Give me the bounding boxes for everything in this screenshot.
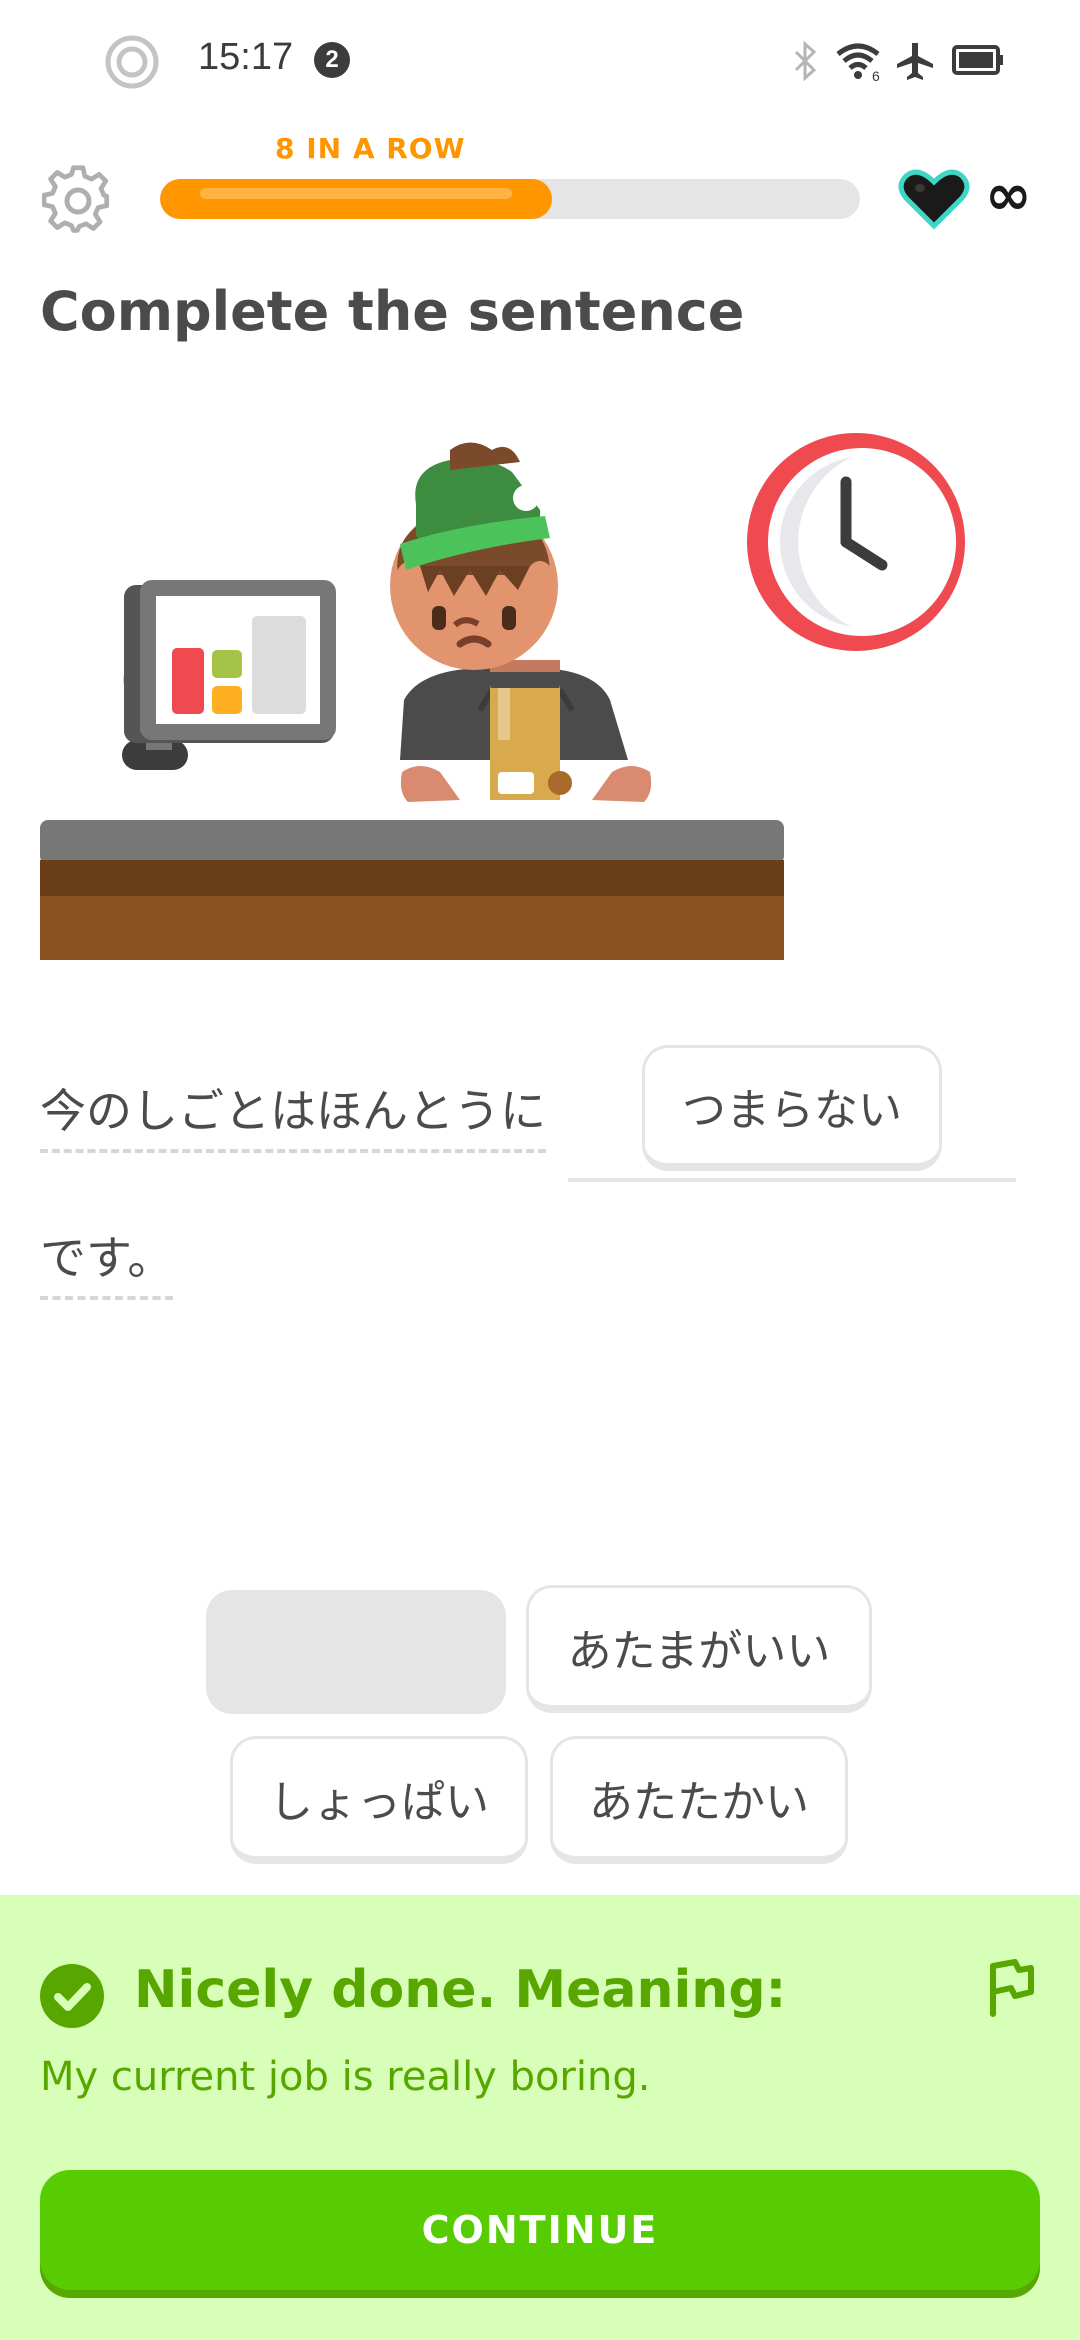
status-time: 15:17 — [198, 36, 294, 78]
streak-label: 8 IN A ROW — [275, 132, 466, 165]
instruction-heading: Complete the sentence — [40, 280, 745, 343]
register-icon — [122, 580, 336, 770]
word-chip-atamagaii[interactable]: あたまがいい — [526, 1585, 872, 1713]
counter-icon — [40, 820, 784, 960]
clock-icon — [747, 433, 965, 651]
sentence-suffix: です。 — [40, 1222, 174, 1300]
sentence-prefix: 今のしごとはほんとうに — [40, 1075, 546, 1153]
answer-slot-line — [568, 1178, 1016, 1182]
feedback-title: Nicely done. Meaning: — [134, 1960, 787, 2020]
feedback-translation: My current job is really boring. — [40, 2054, 651, 2100]
continue-button[interactable]: CONTINUE — [40, 2170, 1040, 2290]
report-flag-icon[interactable] — [985, 1958, 1037, 2018]
check-circle-icon — [40, 1964, 104, 2028]
lesson-progress-bar — [160, 179, 860, 219]
wifi-icon: 6 — [836, 43, 880, 82]
bluetooth-icon — [794, 40, 817, 82]
selected-answer-chip[interactable]: つまらない — [642, 1045, 942, 1171]
word-chip-atatakai[interactable]: あたたかい — [550, 1736, 848, 1864]
settings-gear-icon[interactable] — [42, 165, 114, 237]
heart-icon[interactable] — [898, 168, 970, 230]
infinite-hearts-label: ∞ — [985, 163, 1032, 228]
cashier-illustration — [40, 433, 965, 960]
progress-fill — [160, 179, 552, 219]
cashier-character — [390, 442, 652, 802]
svg-text:6: 6 — [872, 68, 880, 82]
battery-icon — [952, 45, 1003, 75]
progress-shine — [200, 188, 512, 199]
record-icon — [105, 35, 159, 89]
notification-badge: 2 — [314, 42, 350, 78]
word-bank-empty-slot — [206, 1590, 506, 1714]
airplane-icon — [897, 43, 933, 80]
status-bar: 15:17 2 6 — [0, 0, 1080, 120]
word-chip-shoppai[interactable]: しょっぱい — [230, 1736, 528, 1864]
